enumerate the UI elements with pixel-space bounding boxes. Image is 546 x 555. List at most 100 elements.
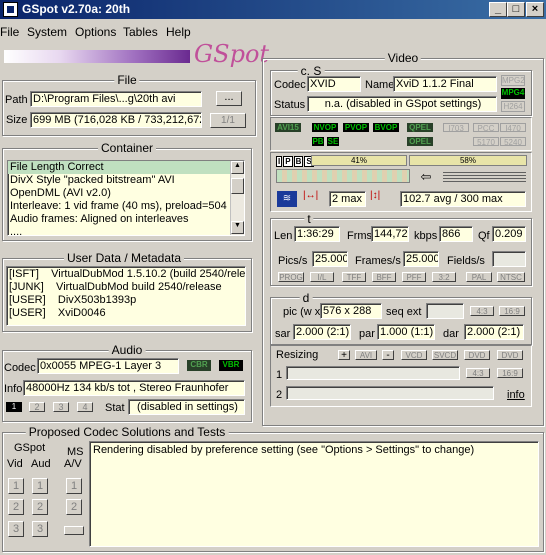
btn-pal[interactable]: PAL bbox=[466, 272, 492, 282]
flag-pvop: PVOP bbox=[343, 123, 369, 132]
b-frame-pct-bar: 58% bbox=[409, 155, 527, 166]
av-test-button[interactable] bbox=[64, 526, 84, 535]
flag-i470: I470 bbox=[500, 123, 526, 133]
menu-help[interactable]: Help bbox=[166, 25, 191, 39]
page-indicator[interactable]: 1/1 bbox=[210, 113, 246, 128]
info-link[interactable]: info bbox=[507, 389, 525, 401]
file-group-title: File bbox=[114, 73, 140, 87]
av-label: A/V bbox=[64, 458, 82, 470]
resize-dvd-button[interactable]: DVD bbox=[464, 350, 490, 360]
ipbs-indicators: I P B S bbox=[276, 156, 314, 167]
resize-plus-button[interactable]: + bbox=[338, 350, 350, 361]
browse-button[interactable]: ... bbox=[216, 91, 242, 106]
vid-2-button[interactable]: 2 bbox=[8, 499, 24, 515]
list-item: Interleave: 1 vid frame (40 ms), preload… bbox=[10, 200, 227, 212]
list-item: [ISFT] VirtualDubMod 1.5.10.2 (build 254… bbox=[9, 268, 245, 280]
video-name-label: Name bbox=[365, 79, 395, 91]
avg-frame-field: 102.7 avg / 300 max bbox=[400, 191, 526, 207]
vid-1-button[interactable]: 1 bbox=[8, 478, 24, 494]
proposed-message: Rendering disabled by preference setting… bbox=[89, 441, 539, 547]
btn-ntsc[interactable]: NTSC bbox=[497, 272, 525, 282]
vid-label: Vid bbox=[7, 458, 23, 470]
audio-track-1[interactable]: 1 bbox=[6, 402, 22, 412]
resize-43-button[interactable]: 4:3 bbox=[466, 368, 490, 378]
bframes-range-icon: |↔| bbox=[303, 190, 319, 201]
maximize-button[interactable]: □ bbox=[507, 2, 525, 17]
vid-3-button[interactable]: 3 bbox=[8, 521, 24, 537]
audio-track-2[interactable]: 2 bbox=[29, 402, 45, 412]
pics-field: 25.000 bbox=[312, 251, 348, 267]
seqext-field bbox=[426, 303, 464, 319]
video-status-label: Status bbox=[274, 99, 306, 111]
resize-dvd2-button[interactable]: DVD bbox=[497, 350, 523, 360]
sar-label: sar bbox=[275, 328, 291, 340]
aud-2-button[interactable]: 2 bbox=[32, 499, 48, 515]
audio-stat-label: Stat bbox=[105, 402, 125, 414]
ratio-43-button[interactable]: 4:3 bbox=[470, 306, 494, 316]
btn-bff[interactable]: BFF bbox=[372, 272, 396, 282]
menu-system[interactable]: System bbox=[27, 25, 67, 39]
video-name-field: XviD 1.1.2 Final bbox=[393, 76, 497, 92]
video-codec-field: XVID bbox=[307, 76, 361, 92]
userdata-list[interactable]: [ISFT] VirtualDubMod 1.5.10.2 (build 254… bbox=[6, 266, 246, 326]
fields-field bbox=[492, 251, 526, 267]
scroll-down-icon[interactable]: ▼ bbox=[231, 221, 244, 234]
list-item: [USER] DivX503b1393p bbox=[9, 294, 137, 306]
ipbs-i: I bbox=[276, 156, 283, 167]
btn-prog[interactable]: PROG bbox=[278, 272, 304, 282]
resize-169-button[interactable]: 16:9 bbox=[497, 368, 523, 378]
resize-vcd-button[interactable]: VCD bbox=[401, 350, 427, 360]
menu-tables[interactable]: Tables bbox=[123, 25, 158, 39]
par-label: par bbox=[359, 328, 375, 340]
frames-field: 25.000 bbox=[403, 251, 439, 267]
menu-options[interactable]: Options bbox=[75, 25, 116, 39]
len-field: 1:36:29 bbox=[294, 226, 340, 242]
mpg4-badge: MPG4 bbox=[501, 88, 525, 99]
qf-label: Qf bbox=[478, 230, 490, 242]
path-field[interactable]: D:\Program Files\...g\20th avi bbox=[30, 91, 202, 107]
window-title: GSpot v2.70a: 20th bbox=[22, 2, 131, 16]
arrow-icon: ⇦ bbox=[420, 169, 432, 184]
container-scrollbar[interactable]: ▲ ▼ bbox=[230, 161, 244, 235]
userdata-group-title: User Data / Metadata bbox=[63, 251, 185, 265]
btn-il[interactable]: I/L bbox=[310, 272, 334, 282]
scroll-thumb[interactable] bbox=[231, 178, 244, 194]
container-list[interactable]: File Length Correct DivX Style "packed b… bbox=[7, 160, 245, 236]
audio-track-3[interactable]: 3 bbox=[53, 402, 69, 412]
sar-field: 2.000 (2:1) bbox=[293, 324, 351, 340]
close-button[interactable]: × bbox=[526, 2, 544, 17]
btn-32[interactable]: 3:2 bbox=[432, 272, 456, 282]
size-label: Size bbox=[6, 114, 28, 126]
len-label: Len bbox=[274, 230, 293, 242]
video-group-title: Video bbox=[384, 51, 422, 65]
ms-2-button[interactable]: 2 bbox=[66, 499, 82, 515]
cbr-badge: CBR bbox=[187, 360, 211, 371]
minimize-button[interactable]: _ bbox=[489, 2, 507, 17]
aud-1-button[interactable]: 1 bbox=[32, 478, 48, 494]
flag-pb: PB bbox=[312, 137, 324, 146]
audio-track-4[interactable]: 4 bbox=[77, 402, 93, 412]
menu-file[interactable]: File bbox=[0, 25, 19, 39]
resize-svcd-button[interactable]: SVCD bbox=[432, 350, 458, 360]
resize-minus-button[interactable]: - bbox=[382, 350, 394, 361]
p-frame-pct-bar: 41% bbox=[311, 155, 407, 166]
proposed-group-title: Proposed Codec Solutions and Tests bbox=[25, 425, 229, 439]
resizing-label: Resizing bbox=[276, 349, 319, 361]
ratio-169-button[interactable]: 16:9 bbox=[499, 306, 525, 316]
aud-3-button[interactable]: 3 bbox=[32, 521, 48, 537]
gspot-label: GSpot bbox=[14, 442, 46, 454]
app-icon[interactable] bbox=[3, 2, 18, 17]
audio-stat-field: (disabled in settings) bbox=[128, 399, 245, 415]
resize-avi-button[interactable]: AVI bbox=[355, 350, 377, 360]
mpg2-badge: MPG2 bbox=[501, 75, 525, 86]
scroll-up-icon[interactable]: ▲ bbox=[231, 161, 244, 174]
flag-se: SE bbox=[327, 137, 339, 146]
btn-pff[interactable]: PFF bbox=[402, 272, 426, 282]
flag-5240: 5240 bbox=[500, 137, 526, 147]
dimension-subgroup-title: d bbox=[299, 291, 313, 305]
path-label: Path bbox=[5, 94, 28, 106]
btn-tff[interactable]: TFF bbox=[342, 272, 366, 282]
ms-1-button[interactable]: 1 bbox=[66, 478, 82, 494]
list-item: [JUNK] VirtualDubMod build 2540/release bbox=[9, 281, 222, 293]
dar-label: dar bbox=[443, 328, 459, 340]
